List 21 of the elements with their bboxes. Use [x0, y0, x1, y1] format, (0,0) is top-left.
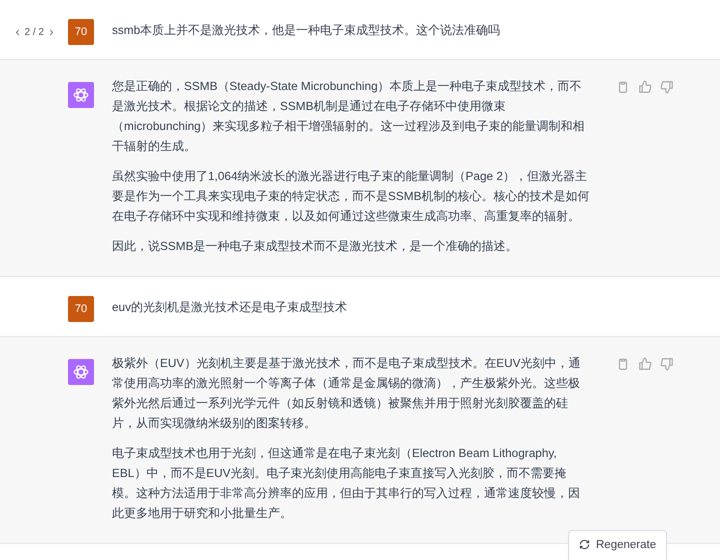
clipboard-icon[interactable] [616, 80, 630, 94]
user-message: ssmb本质上并不是激光技术，他是一种电子束成型技术。这个说法准确吗 [112, 23, 500, 37]
thumbs-down-icon[interactable] [660, 80, 674, 94]
knot-logo-icon [72, 86, 90, 104]
user-avatar: 70 [68, 19, 94, 45]
user-message: euv的光刻机是激光技术还是电子束成型技术 [112, 300, 348, 314]
refresh-icon [579, 539, 590, 550]
thumbs-down-icon[interactable] [660, 357, 674, 371]
chevron-right-icon[interactable] [47, 28, 56, 36]
knot-logo-icon [72, 363, 90, 381]
assistant-paragraph: 您是正确的，SSMB（Steady-State Microbunching）本质上是一种电子束成型技术，而不是激光技术。根据论文的描述，SSMB机制是通过在电子存储环中使用微束（microbunching）来实现多粒子相干增强辐射的。这一过程涉及到电子束的能量调制和相干辐射的生成。 [112, 78, 586, 155]
thumbs-up-icon[interactable] [638, 80, 652, 94]
user-avatar: 70 [68, 296, 94, 322]
page-counter: 2 / 2 [24, 26, 44, 38]
clipboard-icon[interactable] [616, 357, 630, 371]
regenerate-button[interactable]: Regenerate [568, 530, 668, 560]
assistant-paragraph: 电子束成型技术也用于光刻，但这通常是在电子束光刻（Electron Beam Lithography, EBL）中，而不是EUV光刻。电子束光刻使用高能电子束直接写入光刻胶，而不需要掩模。这种方法适用于非常高分辨率的应用，但由于其串行的写入过程，通常速度较慢，因此更多地用于研究和小批量生产。 [112, 445, 581, 522]
assistant-paragraph: 虽然实验中使用了1,064纳米波长的激光器进行电子束的能量调制（Page 2），但激光器主要是作为一个工具来实现电子束的特定状态，而不是SSMB机制的核心。核心的技术是如何在电子存储环中实现和维持微束，以及如何通过这些微束生成高功率、高重复率的辐射。 [112, 168, 590, 225]
thumbs-up-icon[interactable] [638, 357, 652, 371]
assistant-paragraph: 因此，说SSMB是一种电子束成型技术而不是激光技术，是一个准确的描述。 [112, 238, 518, 255]
assistant-paragraph: 极紫外（EUV）光刻机主要是基于激光技术，而不是电子束成型技术。在EUV光刻中，通常使用高功率的激光照射一个等离子体（通常是金属锡的微滴），产生极紫外光。这些极紫外光然后通过一系列光学元件（如反射镜和透镜）被聚焦并用于照射光刻胶覆盖的硅片，从而实现微纳米级别的图案转移。 [112, 355, 582, 432]
